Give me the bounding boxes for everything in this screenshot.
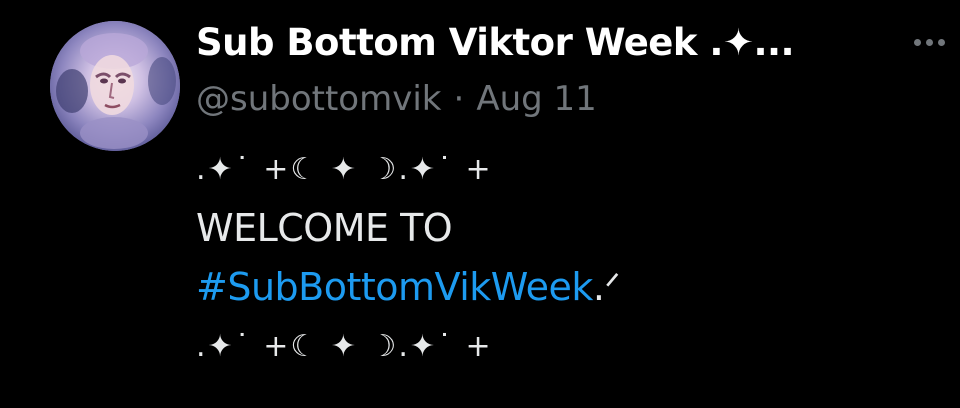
display-name[interactable]: Sub Bottom Viktor Week .✦...	[196, 21, 795, 64]
user-handle[interactable]: @subottomvik	[196, 79, 442, 119]
tweet-text-line: .✦˙ +☾ ✦ ☽.✦˙ +	[196, 329, 493, 364]
tweet-timestamp[interactable]: Aug 11	[476, 79, 596, 119]
tweet-text-line: WELCOME TO	[196, 206, 453, 250]
tweet-body: .✦˙ +☾ ✦ ☽.✦˙ + WELCOME TO #SubBottomVik…	[196, 140, 916, 376]
tweet-card[interactable]: Sub Bottom Viktor Week .✦... @subottomvi…	[0, 0, 960, 408]
hashtag-suffix: .ᐟ	[592, 265, 621, 309]
tweet-text-line: #SubBottomVikWeek.ᐟ	[196, 258, 916, 317]
tweet-header: Sub Bottom Viktor Week .✦...	[196, 14, 920, 70]
hashtag-link[interactable]: #SubBottomVikWeek	[196, 265, 593, 309]
more-options-button[interactable]	[904, 14, 954, 70]
tweet-meta: @subottomvik · Aug 11	[196, 72, 597, 126]
more-horizontal-icon	[925, 38, 933, 46]
more-horizontal-icon	[937, 38, 945, 46]
tweet-text-line: .✦˙ +☾ ✦ ☽.✦˙ +	[196, 152, 493, 187]
more-horizontal-icon	[913, 38, 921, 46]
avatar-image	[50, 21, 180, 151]
user-avatar[interactable]	[50, 21, 180, 151]
meta-separator: ·	[453, 79, 465, 119]
